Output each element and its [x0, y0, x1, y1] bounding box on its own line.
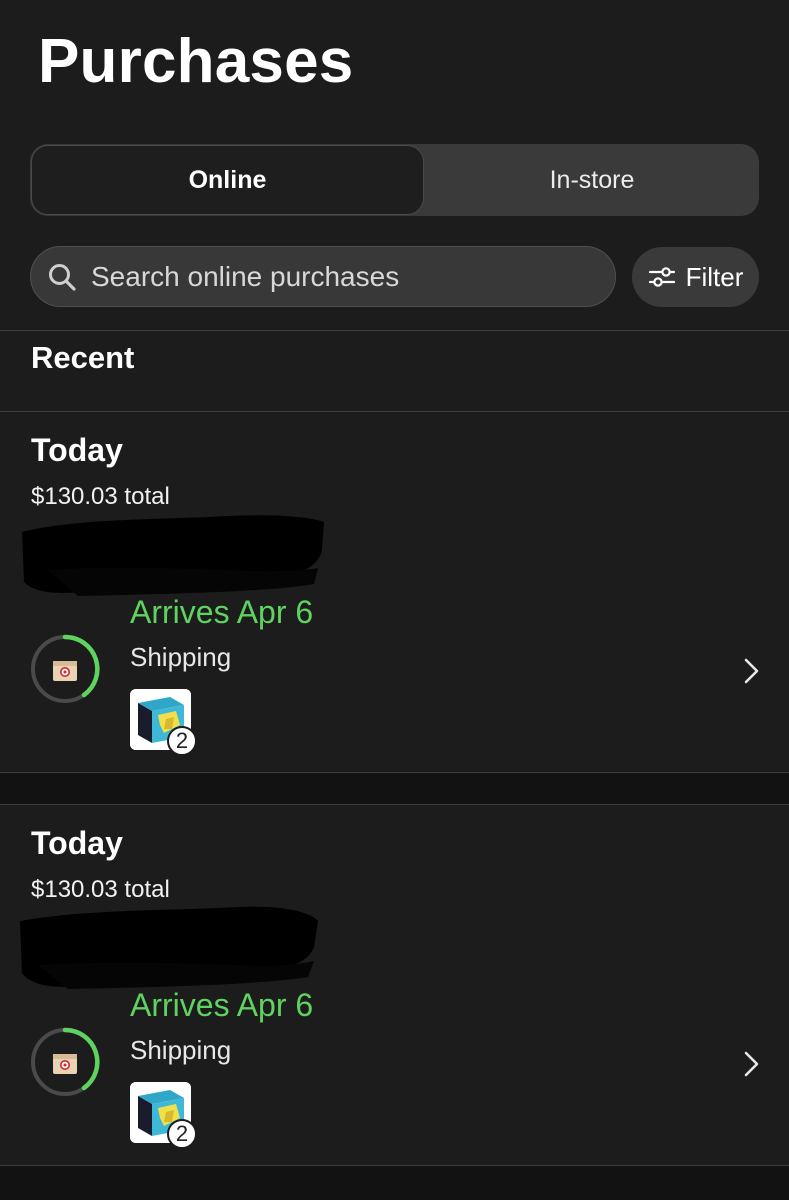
- filter-label: Filter: [685, 261, 744, 292]
- order-date: Today: [31, 825, 123, 861]
- shipping-status: Shipping: [130, 642, 232, 672]
- purchase-type-toggle: Online In-store: [30, 144, 759, 216]
- item-count-badge: 2: [167, 726, 197, 756]
- tab-online[interactable]: Online: [31, 145, 424, 215]
- tab-in-store[interactable]: In-store: [425, 144, 759, 216]
- order-card[interactable]: Today $130.03 total Arrives Apr 6 Shippi…: [0, 805, 789, 1165]
- section-separator: [0, 773, 789, 804]
- order-total: $130.03 total: [31, 876, 170, 903]
- arrival-date: Arrives Apr 6: [130, 987, 314, 1023]
- package-icon: [53, 1054, 77, 1074]
- chevron-right-icon[interactable]: [740, 1049, 762, 1079]
- shipping-status: Shipping: [130, 1035, 232, 1065]
- order-card[interactable]: Today $130.03 total Arrives Apr 6 Shippi…: [0, 412, 789, 772]
- section-separator: [0, 1166, 789, 1200]
- redaction-mark: [22, 515, 324, 596]
- filter-button[interactable]: Filter: [632, 247, 759, 307]
- redaction-mark: [20, 906, 318, 989]
- item-count-badge: 2: [167, 1119, 197, 1149]
- section-title-recent: Recent: [31, 340, 135, 375]
- search-icon: [49, 264, 76, 291]
- order-date: Today: [31, 432, 123, 468]
- shipping-progress-ring: [31, 634, 100, 703]
- shipping-progress-ring: [31, 1027, 100, 1096]
- search-input[interactable]: [91, 247, 605, 306]
- order-total: $130.03 total: [31, 483, 170, 510]
- search-bar[interactable]: [30, 246, 616, 307]
- page-title: Purchases: [38, 27, 354, 96]
- package-icon: [53, 661, 77, 681]
- arrival-date: Arrives Apr 6: [130, 594, 314, 630]
- sliders-icon: [648, 267, 675, 287]
- divider: [0, 330, 789, 331]
- chevron-right-icon[interactable]: [740, 656, 762, 686]
